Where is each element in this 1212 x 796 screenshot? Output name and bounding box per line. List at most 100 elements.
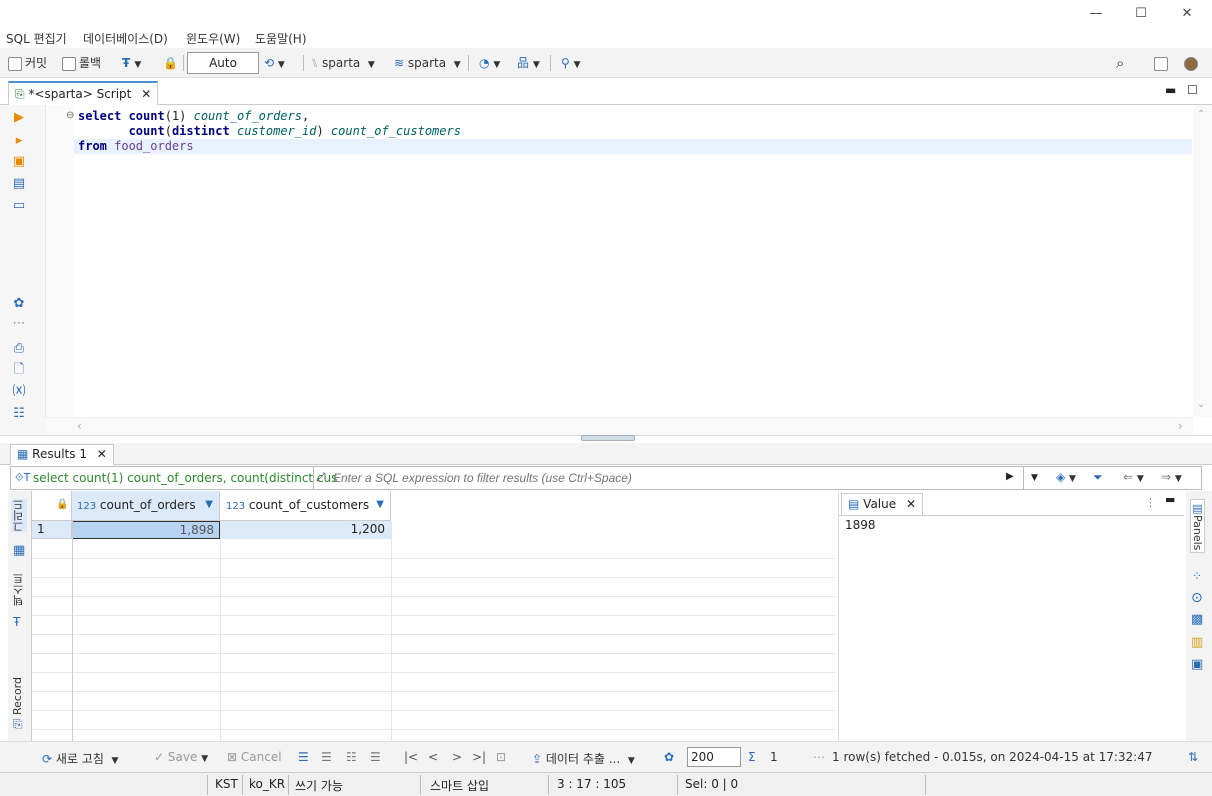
explain-plan-icon[interactable]: ▤ [12,177,26,191]
tab-results-1[interactable]: ▦ Results 1 ✕ [10,444,114,465]
cell-value-text[interactable]: 1898 [845,518,876,532]
save-button[interactable]: ✓ Save ▼ [154,750,208,764]
maximize-button[interactable]: ☐ [1126,4,1156,24]
columns-icon[interactable]: ▥ [1191,635,1203,650]
fetch-size-input[interactable]: 200 [687,747,741,767]
filter-input[interactable] [333,469,1003,487]
lock-button[interactable]: 🔒 [163,54,178,72]
terminal-icon[interactable]: ▭ [12,199,26,213]
record-view-icon[interactable]: ⎘ [13,717,23,732]
perspective-button[interactable] [1154,54,1171,72]
column-header-count-of-orders[interactable]: 123 count_of_orders ▼ [72,491,220,521]
minimize-button[interactable]: — [1081,4,1111,24]
filter-history-dropdown[interactable]: ▼ [1023,467,1045,489]
global-search-button[interactable]: ⌕ [1116,54,1124,72]
history-button[interactable]: ⟲ ▼ [264,54,285,72]
tab-grid[interactable]: 그리드 [11,499,27,532]
close-tab-icon[interactable]: ✕ [97,447,107,461]
dbeaver-logo-button[interactable] [1184,54,1201,72]
cancel-button[interactable]: ⊠ Cancel [227,750,282,764]
grid-view-icon[interactable]: ▦ [13,543,25,558]
transaction-mode-field[interactable]: Auto [187,52,259,74]
status-separator [242,775,243,795]
minimize-view-icon[interactable]: ▬ [1165,83,1176,97]
chevron-down-icon[interactable]: ⌄ [1197,399,1205,410]
dashboard-button[interactable]: ◔ ▼ [479,54,500,72]
search-tool-button[interactable]: ⚲ ▼ [561,54,581,72]
export-icon: ⇪ [532,752,543,766]
chevron-up-icon[interactable]: ⌃ [1197,109,1205,120]
maximize-view-icon[interactable]: ☐ [1187,83,1198,97]
close-tab-icon[interactable]: ✕ [906,497,916,511]
next-page-button[interactable]: > [452,750,462,764]
execute-statement-icon[interactable]: ▶ [12,111,26,125]
row-number[interactable]: 1 [32,521,72,539]
splitter-handle[interactable] [581,435,635,441]
tab-text[interactable]: 텍스트 [11,573,27,606]
last-page-button[interactable]: >| [472,750,486,764]
cell-count-of-customers[interactable]: 1,200 [220,521,391,539]
editor-vertical-scrollbar[interactable]: ⌃ ⌄ [1193,105,1212,417]
apply-filter-icon[interactable]: ▶ [1006,471,1014,482]
sort-icon[interactable]: ▼ [205,491,213,519]
sort-icon[interactable]: ▼ [376,491,384,519]
variables-icon[interactable]: ⒳ [12,385,26,399]
minimize-view-icon[interactable]: ▬ [1165,493,1175,506]
edit-row-button[interactable]: ☰ [298,750,309,764]
rollback-button[interactable]: 롤백 [62,54,101,72]
commit-button[interactable]: 커밋 [8,54,47,72]
close-tab-icon[interactable]: ✕ [141,87,151,101]
chevron-down-icon: ▼ [453,60,461,70]
tab-record[interactable]: Record [11,677,24,715]
cell-count-of-orders[interactable]: 1,898 [72,521,220,539]
expand-filter-icon[interactable]: ⤢ [316,470,326,485]
eraser-icon[interactable]: ◈ ▼ [1056,470,1076,484]
fold-icon[interactable]: ⊖ [66,110,74,121]
export-button[interactable]: ⇪ 데이터 추출 ... ▼ [532,750,635,767]
sql-editor[interactable]: ⊖ select count(1) count_of_orders, count… [45,105,1193,417]
menu-database[interactable]: 데이터베이스(D) [83,30,168,47]
outline-icon[interactable]: ☷ [12,407,26,421]
fetch-all-button[interactable]: ⊡ [496,750,506,764]
chevron-left-icon[interactable]: ‹ [77,419,82,433]
export-icon[interactable]: ⎙ [12,342,26,356]
transaction-mode-button[interactable]: Ŧ ▼ [122,54,141,72]
chevron-right-icon[interactable]: › [1178,419,1183,433]
forward-arrow-icon[interactable]: ⇒ ▼ [1161,470,1182,484]
row-count-button[interactable]: Σ [748,750,756,764]
menu-window[interactable]: 윈도우(W) [186,30,240,47]
column-header-count-of-customers[interactable]: 123 count_of_customers ▼ [220,491,391,521]
panels-tab[interactable]: ▤Panels [1190,499,1205,554]
fetch-settings-button[interactable]: ✿ [664,750,674,764]
value-viewer-icon[interactable]: ▣ [1191,657,1203,672]
view-menu-icon[interactable]: ⋮ [1145,496,1156,509]
prev-page-button[interactable]: < [428,750,438,764]
menu-sql-editor[interactable]: SQL 편집기 [6,30,67,47]
network-button[interactable]: 品 ▼ [517,54,540,72]
execute-new-tab-icon[interactable]: ▸ [12,134,26,148]
tab-value[interactable]: ▤ Value ✕ [841,493,924,515]
chart-icon[interactable]: ▩ [1191,612,1203,627]
metadata-icon[interactable]: ⊙ [1191,590,1203,606]
close-window-button[interactable]: ✕ [1172,4,1202,24]
datasource-selector[interactable]: ⑊ sparta ▼ [311,54,375,72]
text-view-icon[interactable]: Ŧ [13,615,20,629]
schema-selector[interactable]: ≋ sparta ▼ [394,54,461,72]
refresh-button[interactable]: ⟳ 새로 고침 ▼ [42,750,118,767]
add-row-button[interactable]: ☰ [321,750,332,764]
new-script-icon[interactable]: 🗋 [12,363,26,377]
menu-help[interactable]: 도움말(H) [255,30,307,47]
layout-toggle-icon[interactable]: ⇅ [1188,750,1198,764]
delete-row-button[interactable]: ☰ [370,750,381,764]
copy-row-button[interactable]: ☷ [346,750,357,764]
editor-results-splitter[interactable] [0,435,1212,443]
tab-script[interactable]: ⎘ *<sparta> Script ✕ [8,81,159,105]
execute-script-icon[interactable]: ▣ [12,155,26,169]
results-grid[interactable]: 🔒 123 count_of_orders ▼ 123 count_of_cus… [32,491,835,741]
editor-horizontal-scrollbar[interactable]: ‹ › [45,417,1193,435]
filter-funnel-icon[interactable]: ⏷ [1093,470,1103,485]
settings-icon[interactable]: ✿ [12,297,26,311]
first-page-button[interactable]: |< [404,750,418,764]
back-arrow-icon[interactable]: ⇐ ▼ [1123,470,1144,484]
aggregate-icon[interactable]: ⁘ [1192,569,1202,583]
